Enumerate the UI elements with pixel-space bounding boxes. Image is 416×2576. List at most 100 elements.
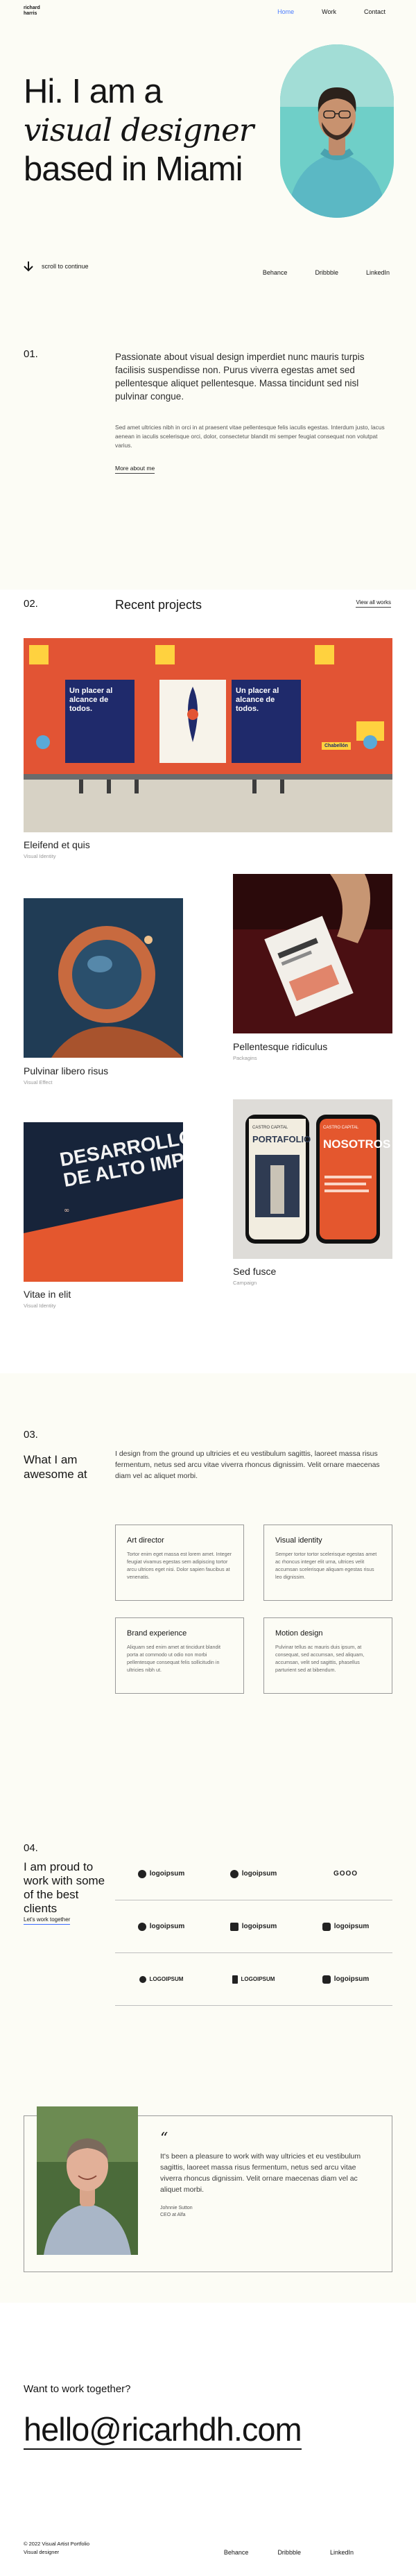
client-logo-text: logoipsum	[149, 1870, 185, 1878]
client-logo-text: logoipsum	[241, 1923, 277, 1930]
footer-subtitle: Visual designer	[24, 2549, 60, 2555]
email-link[interactable]: hello@ricarhdh.com	[24, 2412, 302, 2450]
project-category: Visual Identity	[24, 1303, 56, 1309]
services-lead: I design from the ground up ultricies et…	[115, 1450, 380, 1480]
testimonial-text: It's been a pleasure to work with way ul…	[160, 2152, 361, 2194]
project-category: Visual Effect	[24, 1079, 53, 1085]
project-name[interactable]: Pellentesque ridiculus	[233, 1041, 327, 1052]
services-heading-line-2: awesome at	[24, 1468, 87, 1481]
hero-section: richard harris Home Work Contact Hi. I a…	[0, 0, 416, 298]
client-logo-text: logoipsum	[333, 1975, 370, 1983]
project-name[interactable]: Vitae in elit	[24, 1289, 71, 1300]
client-logo-text: logoipsum	[241, 1870, 277, 1878]
service-title: Art director	[127, 1536, 164, 1545]
footer-behance-link[interactable]: Behance	[224, 2549, 249, 2556]
scroll-label: scroll to continue	[42, 263, 89, 270]
logo-mark-icon	[137, 1922, 146, 1931]
project-image[interactable]: Un placer al alcance de todos. Un placer…	[24, 638, 392, 832]
phone-brand-label: CASTRO CAPITAL	[252, 1126, 288, 1130]
footer-linkedin-link[interactable]: LinkedIn	[330, 2549, 354, 2556]
project-image[interactable]	[233, 874, 392, 1033]
client-logo-row: logoipsum logoipsum GOOO	[115, 1848, 392, 1900]
services-section: 03. What I am awesome at I design from t…	[0, 1373, 416, 1831]
about-section: 01. Passionate about visual design imper…	[0, 298, 416, 590]
service-card: Art director Tortor enim eget massa est …	[115, 1525, 244, 1601]
main-nav: Home Work Contact	[277, 8, 385, 15]
service-text: Tortor enim eget massa est lorem amet. I…	[127, 1551, 232, 1580]
client-logo[interactable]: logoipsum	[207, 1869, 300, 1878]
service-card: Visual identity Semper tortor tortor sce…	[263, 1525, 392, 1601]
work-together-link[interactable]: Let's work together	[24, 1916, 71, 1925]
behance-link[interactable]: Behance	[263, 269, 288, 276]
dribbble-link[interactable]: Dribbble	[315, 269, 338, 276]
poster-headline: Un placer al alcance de todos.	[69, 687, 113, 713]
project-name[interactable]: Eleifend et quis	[24, 839, 90, 850]
author-role: CEO at Alfa	[160, 2213, 186, 2217]
client-logo[interactable]: LOGOIPSUM	[207, 1975, 300, 1984]
copyright-text: © 2022 Visual Artist Portfolio	[24, 2541, 90, 2547]
clients-heading: I am proud to work with some of the best…	[24, 1860, 105, 1915]
testimonial-card: “ It's been a pleasure to work with way …	[24, 2106, 392, 2272]
project-name[interactable]: Sed fusce	[233, 1266, 276, 1277]
nav-home-link[interactable]: Home	[277, 8, 294, 15]
logo-mark-icon	[137, 1869, 146, 1878]
project-name[interactable]: Pulvinar libero risus	[24, 1065, 108, 1076]
client-logo[interactable]: logoipsum	[115, 1869, 207, 1878]
client-logo[interactable]: logoipsum	[300, 1922, 392, 1931]
phone-brand-label: CASTRO CAPITAL	[323, 1126, 359, 1130]
section-number: 04.	[24, 1842, 38, 1854]
service-text: Aliquam sed enim amet at tincidunt bland…	[127, 1644, 221, 1673]
nav-contact-link[interactable]: Contact	[364, 8, 385, 15]
hero-title: Hi. I am a visual designer based in Miam…	[24, 72, 287, 189]
logo-mark-icon	[322, 1922, 331, 1931]
project-category: Packagins	[233, 1055, 257, 1061]
client-logo-text: LOGOIPSUM	[241, 1976, 275, 1982]
linkedin-link[interactable]: LinkedIn	[366, 269, 390, 276]
services-heading-line-1: What I am	[24, 1453, 78, 1466]
service-card: Brand experience Aliquam sed enim amet a…	[115, 1617, 244, 1694]
service-text: Semper tortor tortor scelerisque egestas…	[275, 1551, 377, 1580]
hero-title-line-3: based in Miami	[24, 151, 243, 188]
testimonial-photo	[37, 2106, 138, 2255]
client-logo[interactable]: LOGOIPSUM	[115, 1975, 207, 1983]
nav-work-link[interactable]: Work	[322, 8, 336, 15]
section-number: 02.	[24, 598, 38, 610]
logo-line-1: richard	[24, 6, 40, 10]
quote-icon: “	[160, 2130, 168, 2147]
client-logo[interactable]: logoipsum	[207, 1922, 300, 1931]
arrow-down-icon	[24, 261, 33, 272]
services-heading: What I am awesome at	[24, 1452, 87, 1482]
project-image[interactable]: CASTRO CAPITAL PORTAFOLIO CASTRO CAPITAL…	[233, 1099, 392, 1259]
section-number: 03.	[24, 1429, 38, 1441]
astronaut-illustration	[24, 898, 183, 1058]
service-title: Visual identity	[275, 1536, 322, 1545]
footer-dribbble-link[interactable]: Dribbble	[277, 2549, 301, 2556]
service-title: Motion design	[275, 1629, 323, 1638]
contact-section: Want to work together? hello@ricarhdh.co…	[0, 2303, 416, 2576]
view-all-works-link[interactable]: View all works	[356, 599, 391, 608]
person-illustration	[37, 2106, 138, 2255]
client-logo-text: logoipsum	[149, 1923, 185, 1930]
client-logo[interactable]: logoipsum	[115, 1922, 207, 1931]
site-logo[interactable]: richard harris	[24, 6, 40, 17]
section-number: 01.	[24, 348, 38, 360]
project-image[interactable]: ∞ DESARROLLO DE ALTO IMPAC	[24, 1122, 183, 1282]
logo-mark-icon	[232, 1975, 238, 1984]
client-logo[interactable]: GOOO	[300, 1870, 392, 1878]
scroll-indicator[interactable]: scroll to continue	[24, 261, 89, 272]
service-text: Pulvinar tellus ac mauris duis ipsum, at…	[275, 1644, 365, 1673]
client-logo-row: LOGOIPSUM LOGOIPSUM logoipsum	[115, 1953, 392, 2006]
project-image[interactable]	[24, 898, 183, 1058]
client-logo-text: GOOO	[333, 1870, 358, 1878]
poster-sticker: Chabellón	[322, 742, 351, 750]
poster-wall-illustration	[24, 638, 392, 832]
client-logo-text: LOGOIPSUM	[149, 1976, 184, 1982]
logo-mark-icon	[229, 1922, 239, 1931]
client-logo[interactable]: logoipsum	[300, 1975, 392, 1984]
more-about-me-link[interactable]: More about me	[115, 465, 155, 474]
contact-cta: Want to work together?	[24, 2383, 131, 2395]
project-category: Campaign	[233, 1280, 257, 1286]
client-logo-text: logoipsum	[333, 1923, 370, 1930]
logo-line-2: harris	[24, 11, 37, 16]
hero-title-line-1: Hi. I am a	[24, 73, 163, 110]
